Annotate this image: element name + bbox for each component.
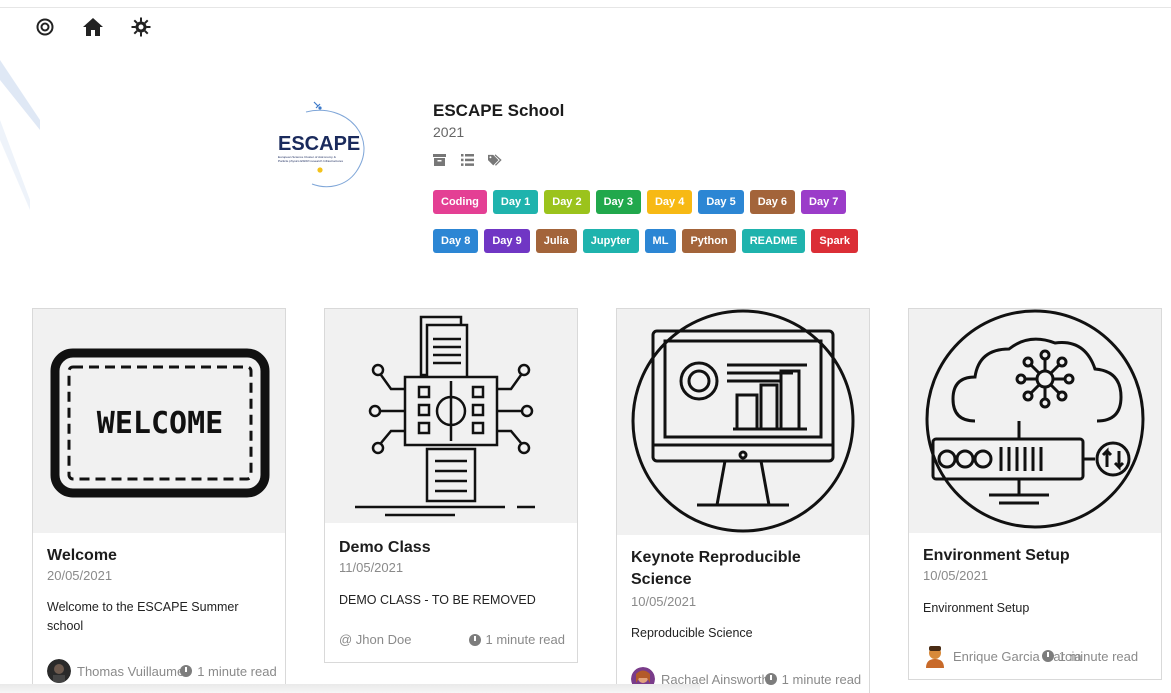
read-time-text: 1 minute read <box>485 632 566 647</box>
author-name: Thomas Vuillaume <box>77 663 185 679</box>
card-welcome[interactable]: WELCOME Welcome 20/05/2021 Welcome to th… <box>32 308 286 693</box>
card-description: DEMO CLASS - TO BE REMOVED <box>339 593 536 607</box>
tag-row-2: Day 8 Day 9 Julia Jupyter ML Python READ… <box>433 229 858 253</box>
settings-icon[interactable] <box>130 16 152 38</box>
card-title[interactable]: Welcome <box>47 545 117 567</box>
card-title[interactable]: Keynote Reproducible Science <box>631 547 849 591</box>
page: ESCAPE European Science Cluster of Astro… <box>0 0 1171 693</box>
tag-day-4[interactable]: Day 4 <box>646 190 693 214</box>
svg-text:Particle physics ESFRI researc: Particle physics ESFRI research Infrastr… <box>278 159 343 163</box>
escape-logo: ESCAPE European Science Cluster of Astro… <box>276 98 380 194</box>
card-description: Reproducible Science <box>631 626 753 640</box>
top-border <box>0 0 1171 8</box>
read-time: 1 minute read <box>180 664 277 679</box>
card-description: Environment Setup <box>923 601 1030 615</box>
tag-day-2[interactable]: Day 2 <box>544 190 590 214</box>
card-keynote-reproducible-science[interactable]: Keynote Reproducible Science 10/05/2021 … <box>616 308 870 693</box>
tag-day-7[interactable]: Day 7 <box>801 190 847 214</box>
tag-spark[interactable]: Spark <box>811 229 858 253</box>
tag-row-1: Coding Day 1 Day 2 Day 3 Day 4 Day 5 Day… <box>433 190 847 214</box>
school-year: 2021 <box>433 124 465 140</box>
card-date: 10/05/2021 <box>923 568 989 583</box>
card-demo-class[interactable]: Demo Class 11/05/2021 DEMO CLASS - TO BE… <box>324 308 578 663</box>
card-footer: Enrique Garcia Garcia 1 minute read <box>923 644 1149 668</box>
circuit-chip-icon <box>355 315 535 517</box>
tag-day-9[interactable]: Day 9 <box>484 229 530 253</box>
read-time: 1 minute read <box>1041 648 1139 664</box>
clock-icon <box>1041 650 1054 662</box>
card-footer: Thomas Vuillaume 1 minute read <box>47 659 277 683</box>
tags-icon[interactable] <box>488 153 502 167</box>
school-title: ESCAPE School <box>433 101 565 120</box>
logo-text: ESCAPE <box>278 133 360 155</box>
tag-day-5[interactable]: Day 5 <box>698 190 744 214</box>
tag-day-3[interactable]: Day 3 <box>595 190 641 214</box>
read-time: 1 minute read <box>764 671 862 687</box>
clock-icon <box>764 673 777 685</box>
avatar <box>923 644 947 668</box>
card-environment-setup[interactable]: Environment Setup 10/05/2021 Environment… <box>908 308 1162 680</box>
read-time-text: 1 minute read <box>1058 648 1139 664</box>
top-nav <box>34 16 152 38</box>
tag-readme[interactable]: README <box>741 229 806 253</box>
card-date: 20/05/2021 <box>47 568 113 583</box>
meta-icons <box>432 153 502 167</box>
tag-day-6[interactable]: Day 6 <box>749 190 796 214</box>
target-icon[interactable] <box>34 16 56 38</box>
read-time: 1 minute read <box>468 632 566 647</box>
cloud-server-icon <box>925 309 1145 529</box>
tag-day-8[interactable]: Day 8 <box>433 229 479 253</box>
decorative-left-stripe <box>0 60 40 210</box>
tag-julia[interactable]: Julia <box>535 229 577 253</box>
tag-day-1[interactable]: Day 1 <box>492 190 539 214</box>
card-date: 10/05/2021 <box>631 594 697 609</box>
bottom-shadow <box>0 684 700 693</box>
tag-ml[interactable]: ML <box>644 229 677 253</box>
home-icon[interactable] <box>82 16 104 38</box>
card-image <box>325 309 577 523</box>
card-title[interactable]: Environment Setup <box>923 545 1070 567</box>
card-image <box>909 309 1161 533</box>
card-image <box>617 309 869 535</box>
archive-icon[interactable] <box>432 153 446 167</box>
clock-icon <box>180 665 193 677</box>
read-time-text: 1 minute read <box>197 663 277 679</box>
read-time-text: 1 minute read <box>781 671 862 687</box>
welcome-sign-icon: WELCOME <box>50 348 270 498</box>
clock-icon <box>468 633 481 646</box>
card-description: Welcome to the ESCAPE Summer school <box>47 600 239 633</box>
welcome-sign-text: WELCOME <box>97 406 223 441</box>
card-image: WELCOME <box>33 309 285 533</box>
avatar <box>47 659 71 683</box>
author-name: @ Jhon Doe <box>339 632 412 647</box>
card-footer: @ Jhon Doe 1 minute read <box>339 632 565 647</box>
card-date: 11/05/2021 <box>339 560 404 575</box>
tag-python[interactable]: Python <box>682 229 736 253</box>
list-icon[interactable] <box>460 153 474 167</box>
card-title[interactable]: Demo Class <box>339 537 431 559</box>
computer-monitor-chart-icon <box>631 309 855 533</box>
tag-coding[interactable]: Coding <box>433 190 487 214</box>
tag-jupyter[interactable]: Jupyter <box>582 229 639 253</box>
